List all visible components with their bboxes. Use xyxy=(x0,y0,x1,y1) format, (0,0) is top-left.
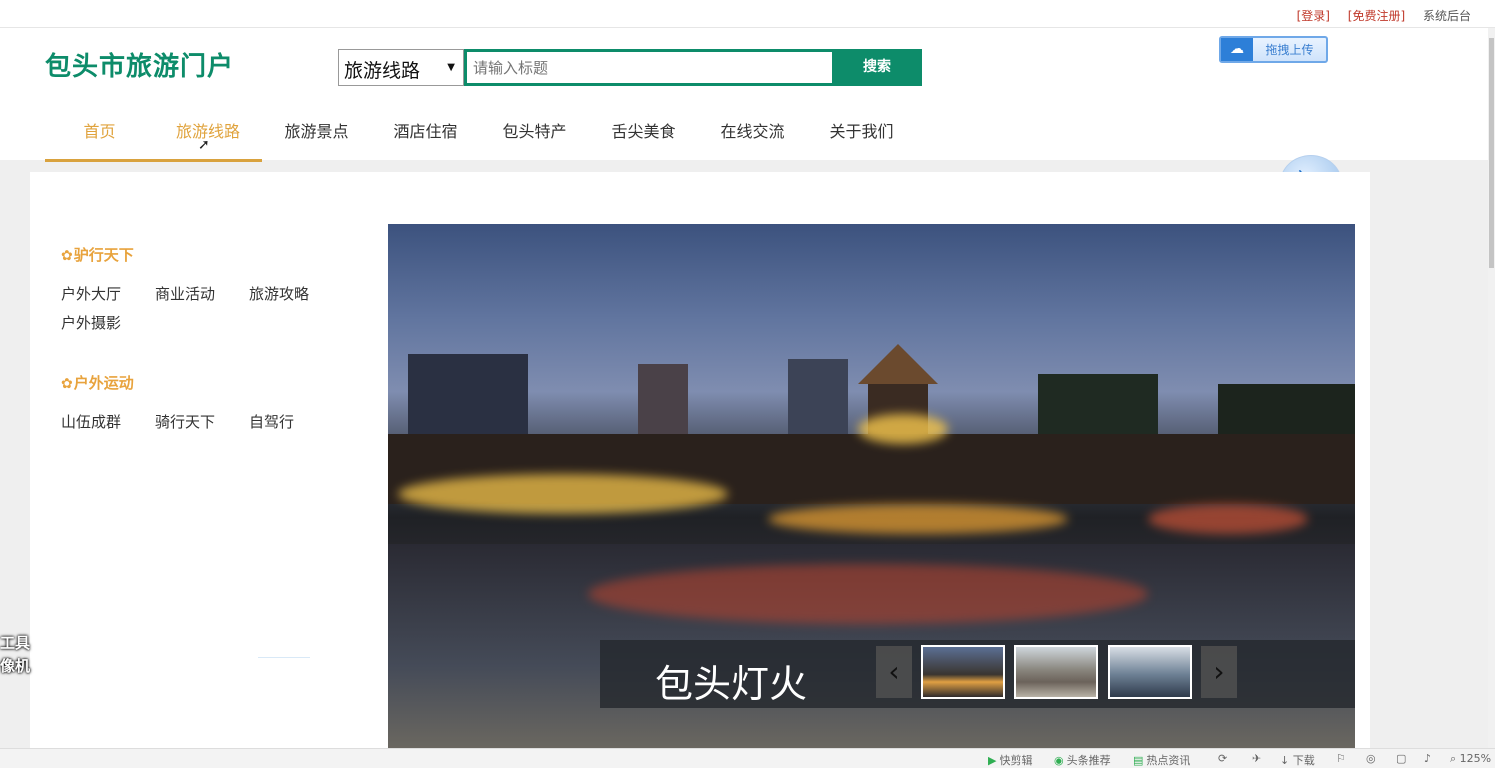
nav-item-attractions[interactable]: 旅游景点 xyxy=(262,100,371,162)
sidebar-link[interactable]: 自驾行 xyxy=(249,411,343,432)
flag-icon[interactable]: ⚐ xyxy=(1336,752,1346,765)
browser-status-bar: ▶ 快剪辑 ◉ 头条推荐 ▤ 热点资讯 ⟳ ✈ ↓ 下载 ⚐ ◎ ▢ ♪ ⌕ 125% xyxy=(0,748,1495,768)
gear-icon: ✿ xyxy=(61,376,73,392)
dropdown-arrow-icon: ▼ xyxy=(447,62,455,73)
site-logo[interactable]: 包头市旅游门户 xyxy=(45,46,234,83)
sidebar-link[interactable]: 山伍成群 xyxy=(61,411,155,432)
speaker-icon[interactable]: ♪ xyxy=(1424,752,1431,765)
nav-item-about[interactable]: 关于我们 xyxy=(807,100,916,162)
search-input[interactable] xyxy=(464,49,832,86)
screen-recorder-watermark: 工具 像机 xyxy=(0,634,31,675)
category-title-outdoor: ✿户外运动 xyxy=(61,374,134,392)
sidebar-link[interactable]: 户外摄影 xyxy=(61,312,155,333)
news-icon: ▤ xyxy=(1133,754,1144,767)
play-icon: ▶ xyxy=(988,754,997,767)
slide-caption: 包头灯火 xyxy=(655,662,808,706)
status-item-clip[interactable]: ▶ 快剪辑 xyxy=(988,752,1032,768)
slide-thumbnail[interactable] xyxy=(921,645,1005,699)
slide-thumbnail[interactable] xyxy=(1014,645,1098,699)
lights-glow xyxy=(858,414,948,444)
window-icon[interactable]: ▢ xyxy=(1396,752,1406,765)
status-item-headlines[interactable]: ◉ 头条推荐 xyxy=(1054,752,1111,768)
search-category-select[interactable]: 旅游线路 ▼ xyxy=(338,49,464,86)
zoom-icon: ⌕ xyxy=(1450,752,1457,765)
nav-item-hotels[interactable]: 酒店住宿 xyxy=(371,100,480,162)
nav-item-food[interactable]: 舌尖美食 xyxy=(589,100,698,162)
sidebar-link[interactable]: 旅游攻略 xyxy=(249,283,343,304)
login-link[interactable]: [登录] xyxy=(1297,9,1330,23)
mouse-cursor-icon: ➚ xyxy=(198,137,210,153)
slider-next-button[interactable]: › xyxy=(1201,646,1237,698)
search-category-value: 旅游线路 xyxy=(344,60,421,82)
top-utility-bar: [登录] [免费注册] 系统后台 xyxy=(0,0,1495,28)
zoom-level[interactable]: ⌕ 125% xyxy=(1450,752,1491,766)
upload-label: 拖拽上传 xyxy=(1265,43,1314,57)
edge-icon[interactable]: ◎ xyxy=(1366,752,1376,765)
download-icon: ↓ xyxy=(1280,754,1290,767)
main-nav: 首页 旅游线路 旅游景点 酒店住宿 包头特产 舌尖美食 在线交流 关于我们 xyxy=(45,100,916,162)
slider-caption-bar: 包头灯火 ‹ › xyxy=(600,640,1355,708)
category-title-travel: ✿驴行天下 xyxy=(61,246,134,264)
site-header: 包头市旅游门户 旅游线路 ▼ 搜索 ☁ 拖拽上传 首页 旅游线路 旅游景点 酒店… xyxy=(0,28,1495,162)
scrollbar-thumb[interactable] xyxy=(1489,38,1494,268)
slide-thumbnail[interactable] xyxy=(1108,645,1192,699)
admin-link[interactable]: 系统后台 xyxy=(1423,9,1471,23)
nav-item-forum[interactable]: 在线交流 xyxy=(698,100,807,162)
account-links: [登录] [免费注册] 系统后台 xyxy=(1283,7,1471,24)
sidebar-link[interactable]: 骑行天下 xyxy=(155,411,249,432)
sidebar-link[interactable]: 商业活动 xyxy=(155,283,249,304)
drag-upload-widget[interactable]: ☁ 拖拽上传 xyxy=(1219,36,1328,63)
nav-item-specialties[interactable]: 包头特产 xyxy=(480,100,589,162)
status-item-news[interactable]: ▤ 热点资讯 xyxy=(1133,752,1190,768)
vertical-scrollbar[interactable] xyxy=(1488,28,1495,748)
cloud-icon: ☁ xyxy=(1221,38,1253,61)
status-item-download[interactable]: ↓ 下载 xyxy=(1280,752,1315,768)
search-button[interactable]: 搜索 xyxy=(832,49,922,86)
gear-icon: ✿ xyxy=(61,248,73,264)
refresh-icon[interactable]: ⟳ xyxy=(1218,752,1227,765)
lights-glow xyxy=(398,474,728,514)
category-links-travel: 户外大厅 商业活动 旅游攻略 xyxy=(61,283,343,304)
main-content: ✿驴行天下 户外大厅 商业活动 旅游攻略 户外摄影 ✿户外运动 山伍成群 骑行天下 自驾… xyxy=(30,172,1370,748)
lights-glow xyxy=(768,504,1068,534)
search-bar: 旅游线路 ▼ 搜索 xyxy=(338,49,922,86)
category-links-outdoor: 山伍成群 骑行天下 自驾行 xyxy=(61,411,343,432)
nav-item-home[interactable]: 首页 xyxy=(45,100,154,162)
circle-play-icon: ◉ xyxy=(1054,754,1064,767)
sidebar-link[interactable]: 户外大厅 xyxy=(61,283,155,304)
divider xyxy=(258,657,310,658)
slider-prev-button[interactable]: ‹ xyxy=(876,646,912,698)
register-link[interactable]: [免费注册] xyxy=(1348,9,1405,23)
lights-glow xyxy=(1148,504,1308,534)
category-links-travel-row2: 户外摄影 xyxy=(61,312,155,333)
pin-icon[interactable]: ✈ xyxy=(1252,752,1261,765)
lights-glow xyxy=(588,564,1148,624)
image-slider[interactable]: 包头灯火 ‹ › xyxy=(388,224,1355,748)
